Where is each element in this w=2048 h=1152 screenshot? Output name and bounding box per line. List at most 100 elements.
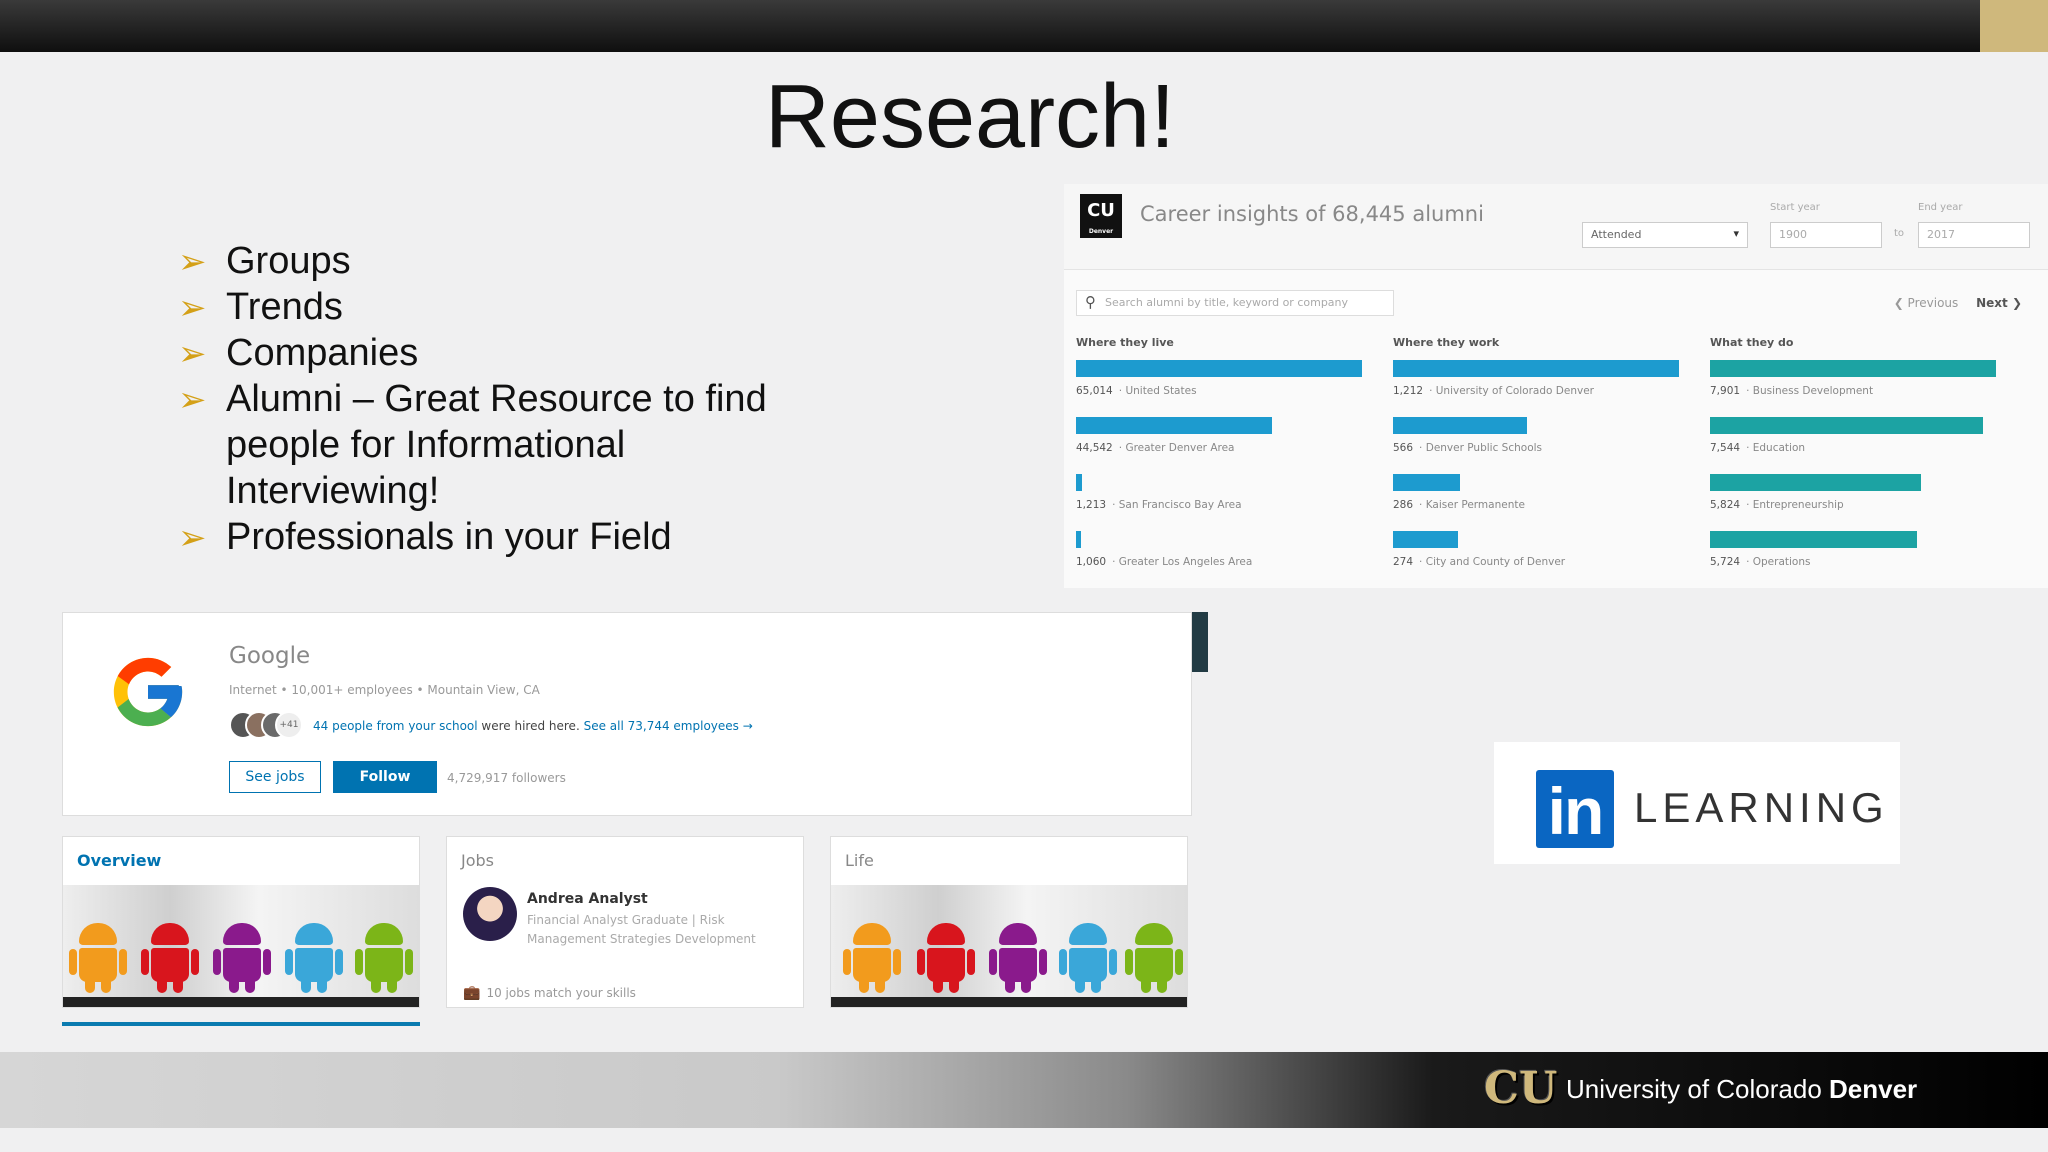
previous-button[interactable]: ❮ Previous (1894, 296, 1959, 310)
end-year-label: End year (1918, 202, 1963, 213)
insight-label: 65,014 · United States (1076, 385, 1197, 397)
insight-label: 44,542 · Greater Denver Area (1076, 442, 1235, 454)
gold-accent-tab (1980, 0, 2048, 52)
analyst-name: Andrea Analyst (527, 891, 648, 907)
followers-count: 4,729,917 followers (447, 771, 566, 785)
insight-label: 566 · Denver Public Schools (1393, 442, 1543, 454)
tab-life[interactable]: Life (845, 851, 874, 870)
slide-title: Research! (764, 67, 1176, 167)
tab-jobs[interactable]: Jobs (461, 851, 494, 870)
insight-bar (1710, 531, 1917, 548)
arrow-bullet-icon: ➢ (178, 243, 207, 281)
column-heading: What they do (1710, 336, 1794, 349)
insight-bar (1393, 531, 1458, 548)
attended-select[interactable]: Attended (1582, 222, 1748, 248)
bullet-item: ➢ Companies (176, 330, 816, 376)
footer-bar: CU University of Colorado Denver (0, 1052, 2048, 1128)
insight-label: 1,060 · Greater Los Angeles Area (1076, 556, 1253, 568)
insight-label: 1,213 · San Francisco Bay Area (1076, 499, 1242, 511)
end-year-input[interactable]: 2017 (1918, 222, 2030, 248)
insight-row[interactable]: 7,544 · Education (1710, 417, 2000, 474)
jobs-tile[interactable]: Jobs Andrea Analyst Financial Analyst Gr… (446, 836, 804, 1008)
see-all-employees-link[interactable]: See all 73,744 employees → (584, 719, 753, 733)
analyst-description: Financial Analyst Graduate | Risk Manage… (527, 913, 756, 946)
insight-row[interactable]: 1,213 · San Francisco Bay Area (1076, 474, 1366, 531)
insight-row[interactable]: 5,724 · Operations (1710, 531, 2000, 588)
follow-button[interactable]: Follow (333, 761, 437, 793)
hired-text: 44 people from your school were hired he… (313, 719, 753, 733)
insight-row[interactable]: 274 · City and County of Denver (1393, 531, 1683, 588)
bullet-item: ➢ Trends (176, 284, 816, 330)
android-figures-image (63, 885, 419, 1007)
insight-label: 7,544 · Education (1710, 442, 1806, 454)
insight-bar (1076, 360, 1362, 377)
more-count-badge: +41 (275, 711, 303, 739)
active-tab-underline (62, 1022, 420, 1026)
school-hires-link[interactable]: 44 people from your school (313, 719, 478, 733)
insight-bar (1393, 474, 1460, 491)
insight-row[interactable]: 44,542 · Greater Denver Area (1076, 417, 1366, 474)
pager: ❮ Previous Next ❯ (1894, 296, 2022, 310)
cu-logo: CU (1484, 1063, 1558, 1114)
bullet-item: ➢ Groups (176, 238, 816, 284)
insight-bar (1076, 531, 1081, 548)
insight-bar (1710, 417, 1983, 434)
google-company-card: Google Internet • 10,001+ employees • Mo… (62, 612, 1192, 816)
arrow-bullet-icon: ➢ (178, 335, 207, 373)
cu-denver-logo: CU Denver (1080, 194, 1122, 238)
column-heading: Where they work (1393, 336, 1500, 349)
arrow-bullet-icon: ➢ (178, 519, 207, 557)
alumni-header: CU Denver Career insights of 68,445 alumn… (1064, 184, 2048, 270)
insight-row[interactable]: 566 · Denver Public Schools (1393, 417, 1683, 474)
insight-bar (1076, 417, 1272, 434)
insight-row[interactable]: 7,901 · Business Development (1710, 360, 2000, 417)
insight-label: 1,212 · University of Colorado Denver (1393, 385, 1594, 397)
bullet-list: ➢ Groups ➢ Trends ➢ Companies ➢ Alumni – Gre… (176, 238, 816, 560)
insight-label: 274 · City and County of Denver (1393, 556, 1566, 568)
insight-label: 5,824 · Entrepreneurship (1710, 499, 1844, 511)
insight-bar (1710, 360, 1996, 377)
insight-row[interactable]: 286 · Kaiser Permanente (1393, 474, 1683, 531)
learning-wordmark: LEARNING (1634, 784, 1889, 831)
university-name: University of Colorado Denver (1566, 1074, 1918, 1104)
alumni-search-input[interactable]: ⚲ Search alumni by title, keyword or com… (1076, 290, 1394, 316)
alumni-title: Career insights of 68,445 alumni (1140, 202, 1484, 226)
insight-label: 5,724 · Operations (1710, 556, 1811, 568)
column-heading: Where they live (1076, 336, 1174, 349)
next-button[interactable]: Next ❯ (1976, 296, 2022, 310)
overview-tile[interactable]: Overview (62, 836, 420, 1008)
bullet-item: ➢ Professionals in your Field (176, 514, 816, 560)
avatar (463, 887, 517, 941)
android-figures-image (831, 885, 1187, 1007)
insight-row[interactable]: 1,060 · Greater Los Angeles Area (1076, 531, 1366, 588)
company-meta: Internet • 10,001+ employees • Mountain … (229, 683, 540, 697)
insight-bar (1710, 474, 1921, 491)
insight-row[interactable]: 1,212 · University of Colorado Denver (1393, 360, 1683, 417)
insight-row[interactable]: 65,014 · United States (1076, 360, 1366, 417)
what-they-do-column: What they do 7,901 · Business Development… (1710, 336, 2000, 588)
bottom-strip (0, 1128, 2048, 1152)
arrow-bullet-icon: ➢ (178, 289, 207, 327)
alumni-faces: +41 (229, 711, 303, 739)
insight-row[interactable]: 5,824 · Entrepreneurship (1710, 474, 2000, 531)
search-icon: ⚲ (1085, 293, 1096, 311)
bullet-item: ➢ Alumni – Great Resource to find people f… (178, 378, 767, 512)
briefcase-icon: 💼 (463, 985, 481, 1001)
jobs-match[interactable]: 💼 10 jobs match your skills (463, 985, 636, 1001)
where-they-live-column: Where they live 65,014 · United States 44,… (1076, 336, 1366, 588)
to-label: to (1894, 228, 1905, 239)
alumni-insights-panel: CU Denver Career insights of 68,445 alumn… (1064, 184, 2048, 588)
arrow-bullet-icon: ➢ (178, 381, 207, 419)
insight-label: 7,901 · Business Development (1710, 385, 1874, 397)
see-jobs-button[interactable]: See jobs (229, 761, 321, 793)
life-tile[interactable]: Life (830, 836, 1188, 1008)
card-accent (1192, 612, 1208, 672)
linkedin-in-icon: in (1536, 770, 1614, 848)
google-g-icon (113, 657, 183, 727)
linkedin-learning-logo: in LEARNING (1494, 742, 1900, 864)
tab-overview[interactable]: Overview (77, 851, 161, 870)
start-year-label: Start year (1770, 202, 1820, 213)
company-name: Google (229, 643, 311, 669)
insight-label: 286 · Kaiser Permanente (1393, 499, 1525, 511)
start-year-input[interactable]: 1900 (1770, 222, 1882, 248)
